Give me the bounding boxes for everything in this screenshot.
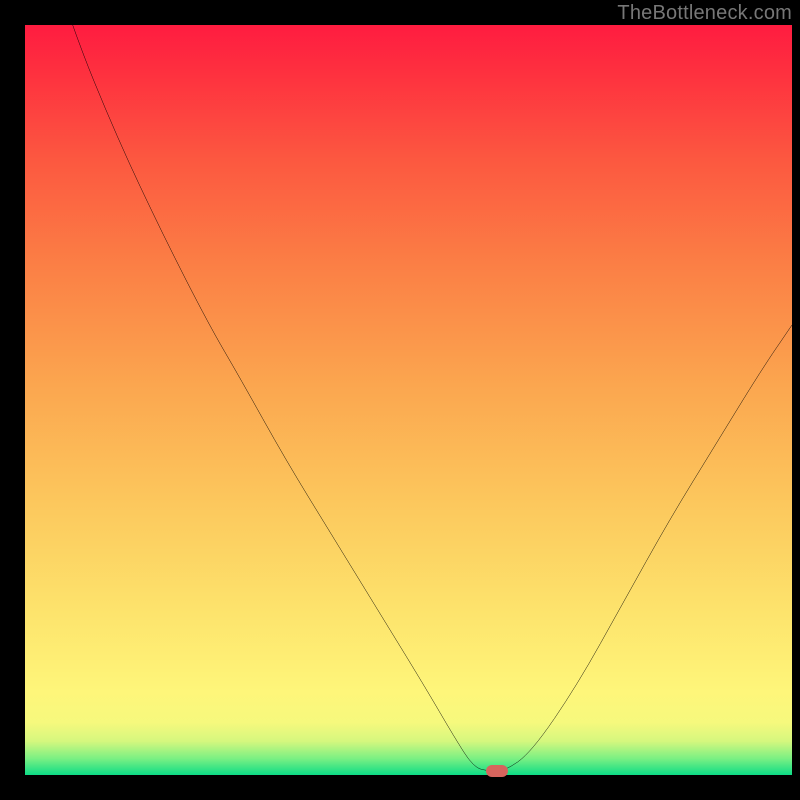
plot-area bbox=[25, 25, 792, 775]
curve-layer bbox=[25, 25, 792, 775]
bottleneck-curve bbox=[25, 25, 792, 771]
optimal-point-marker bbox=[486, 765, 508, 777]
watermark-text: TheBottleneck.com bbox=[617, 2, 792, 25]
chart-frame: TheBottleneck.com bbox=[0, 0, 800, 800]
